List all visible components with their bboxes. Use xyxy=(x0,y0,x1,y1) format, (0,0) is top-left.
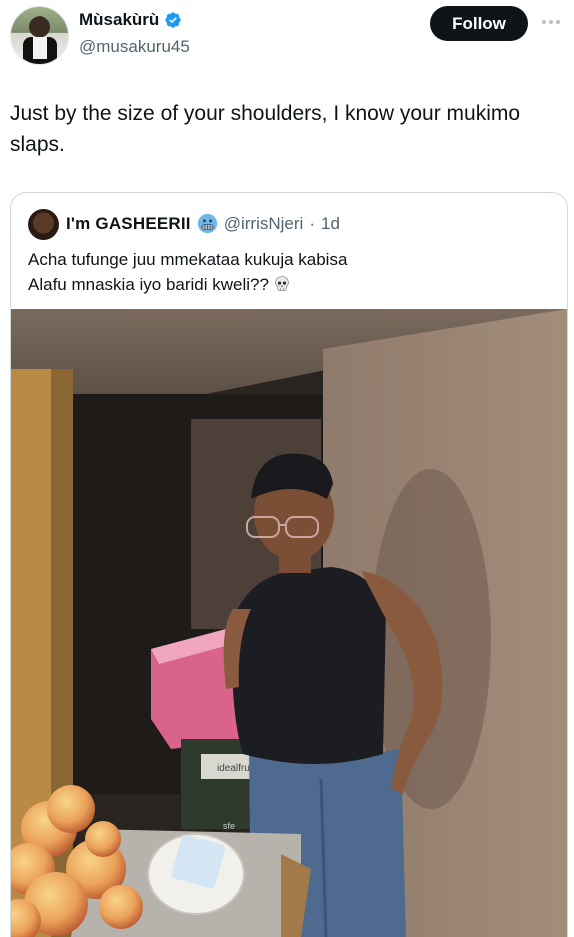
skull-icon xyxy=(275,276,289,291)
author-avatar[interactable] xyxy=(10,6,69,65)
quoted-display-name[interactable]: I'm GASHEERII xyxy=(66,214,191,234)
quoted-text-line-2-text: Alafu mnaskia iyo baridi kweli?? xyxy=(28,275,269,294)
avatar-face xyxy=(32,16,48,36)
avatar-collar xyxy=(33,37,47,59)
author-name-row[interactable]: Mùsakùrù xyxy=(79,10,182,30)
quoted-time[interactable]: 1d xyxy=(321,214,340,234)
box-brand-label-2: sfe xyxy=(223,821,235,831)
quoted-author-avatar[interactable] xyxy=(28,209,59,240)
quoted-text-line-2: Alafu mnaskia iyo baridi kweli?? xyxy=(28,272,548,297)
quoted-name-row: I'm GASHEERII @irrisNjeri · 1d xyxy=(66,213,340,234)
quoted-text: Acha tufunge juu mmekataa kukuja kabisa … xyxy=(28,247,548,297)
photo-illustration: idealfru sfe xyxy=(11,309,567,937)
follow-button[interactable]: Follow xyxy=(430,6,528,41)
grimacing-cold-face-icon xyxy=(197,213,217,234)
box-brand-label: idealfru xyxy=(217,763,250,774)
verified-badge-icon xyxy=(165,12,181,28)
more-dot xyxy=(549,20,553,24)
more-dot xyxy=(542,20,546,24)
quoted-tweet[interactable]: I'm GASHEERII @irrisNjeri · 1d Acha tufu… xyxy=(10,192,568,937)
quoted-photo[interactable]: idealfru sfe xyxy=(11,309,567,937)
more-options-icon[interactable] xyxy=(542,14,564,30)
quoted-text-line-1: Acha tufunge juu mmekataa kukuja kabisa xyxy=(28,250,348,269)
quoted-separator: · xyxy=(309,213,315,233)
quoted-handle[interactable]: @irrisNjeri xyxy=(224,214,304,234)
author-display-name[interactable]: Mùsakùrù xyxy=(79,10,159,30)
more-dot xyxy=(556,20,560,24)
tweet-text: Just by the size of your shoulders, I kn… xyxy=(10,102,521,156)
tweet: Mùsakùrù @musakuru45 Follow Just by the … xyxy=(0,0,574,937)
author-handle[interactable]: @musakuru45 xyxy=(79,37,190,57)
